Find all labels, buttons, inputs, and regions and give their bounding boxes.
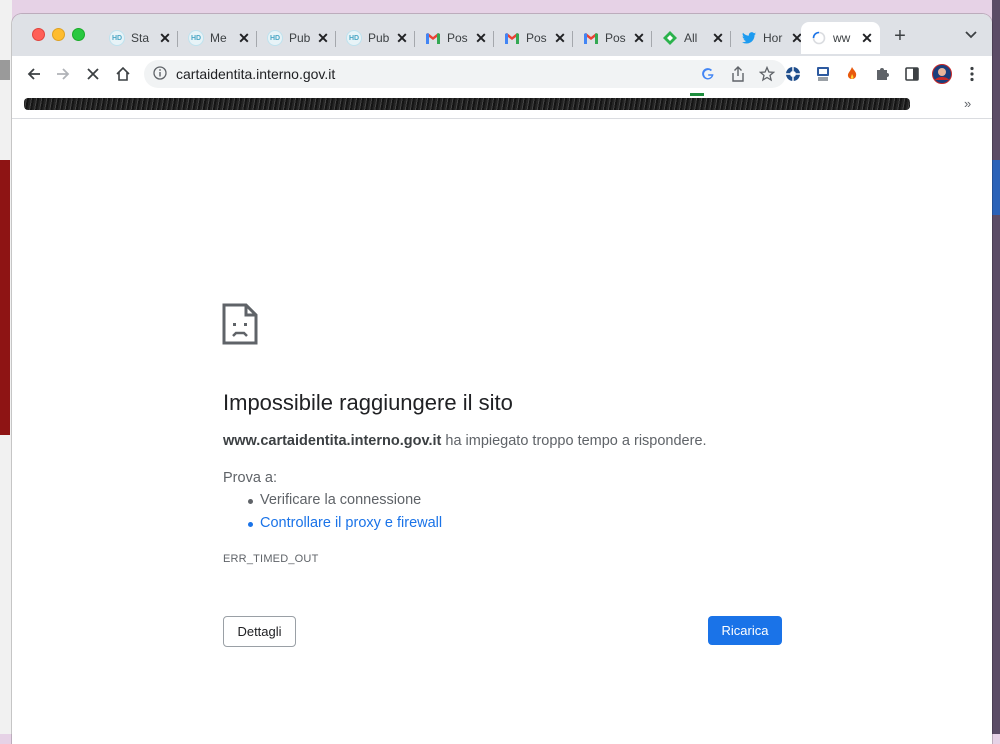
tab-active[interactable]: ww ✕ <box>801 22 880 54</box>
tab-title: Pub <box>368 31 390 45</box>
twitter-icon <box>741 30 757 46</box>
tab-title: Pos <box>447 31 468 45</box>
tab-title: Pos <box>526 31 547 45</box>
hd-icon: HD <box>109 30 125 46</box>
tab-title: Me <box>210 31 227 45</box>
address-bar[interactable]: cartaidentita.interno.gov.it <box>144 60 786 88</box>
sad-page-icon <box>222 303 258 345</box>
details-button[interactable]: Dettagli <box>223 616 296 647</box>
tab[interactable]: HD Sta ✕ <box>99 22 178 54</box>
tab-title: Pub <box>289 31 311 45</box>
browser-window: HD Sta ✕ HD Me ✕ HD Pub ✕ HD Pub ✕ Pos ✕… <box>12 14 992 744</box>
extension-lifebuoy-icon[interactable] <box>783 64 803 84</box>
loading-spinner-icon <box>811 30 827 46</box>
home-icon[interactable] <box>113 64 133 84</box>
tab-title: Sta <box>131 31 150 45</box>
extensions-puzzle-icon[interactable] <box>872 64 892 84</box>
close-tab-icon[interactable]: ✕ <box>316 31 330 45</box>
gmail-icon <box>583 30 599 46</box>
reload-button[interactable]: Ricarica <box>708 616 782 645</box>
close-tab-icon[interactable]: ✕ <box>711 31 725 45</box>
tab-title: ww <box>833 31 851 45</box>
minimize-window-button[interactable] <box>52 28 65 41</box>
hd-icon: HD <box>346 30 362 46</box>
close-tab-icon[interactable]: ✕ <box>860 31 874 45</box>
gmail-icon <box>504 30 520 46</box>
tab[interactable]: Pos ✕ <box>494 22 573 54</box>
tab[interactable]: Hor ✕ <box>731 22 810 54</box>
extension-capture-icon[interactable] <box>813 64 833 84</box>
new-tab-button[interactable]: + <box>890 26 910 46</box>
tab-strip: HD Sta ✕ HD Me ✕ HD Pub ✕ HD Pub ✕ Pos ✕… <box>12 14 992 56</box>
stop-loading-icon[interactable] <box>83 64 103 84</box>
bookmark-fragment <box>690 93 704 96</box>
toolbar: cartaidentita.interno.gov.it <box>12 56 992 92</box>
desktop-fragment <box>0 160 10 435</box>
tab[interactable]: Pos ✕ <box>415 22 494 54</box>
extension-flame-icon[interactable] <box>842 64 862 84</box>
close-tab-icon[interactable]: ✕ <box>632 31 646 45</box>
gmail-icon <box>425 30 441 46</box>
close-tab-icon[interactable]: ✕ <box>553 31 567 45</box>
menu-kebab-icon[interactable] <box>962 64 982 84</box>
suggestions-heading: Prova a: <box>223 470 277 486</box>
desktop-fragment <box>992 160 1000 215</box>
desktop-left-edge <box>0 0 12 734</box>
tab-title: Pos <box>605 31 626 45</box>
error-host: www.cartaidentita.interno.gov.it <box>223 433 442 449</box>
close-tab-icon[interactable]: ✕ <box>395 31 409 45</box>
tab[interactable]: HD Pub ✕ <box>257 22 336 54</box>
error-message: ha impiegato troppo tempo a rispondere. <box>445 433 707 449</box>
error-description: www.cartaidentita.interno.gov.it ha impi… <box>223 433 707 449</box>
redacted-bookmarks <box>24 98 910 110</box>
forward-arrow-icon[interactable] <box>53 64 73 84</box>
side-panel-icon[interactable] <box>902 64 922 84</box>
tab-search-chevron-icon[interactable] <box>963 26 979 42</box>
desktop-right-edge <box>992 0 1000 734</box>
error-code: ERR_TIMED_OUT <box>223 553 319 565</box>
feedly-icon <box>662 30 678 46</box>
desktop-fragment <box>0 60 10 80</box>
google-lens-icon[interactable] <box>699 65 717 83</box>
close-tab-icon[interactable]: ✕ <box>237 31 251 45</box>
close-tab-icon[interactable]: ✕ <box>158 31 172 45</box>
bookmark-star-icon[interactable] <box>758 65 776 83</box>
tab[interactable]: Pos ✕ <box>573 22 652 54</box>
suggestion-item: Verificare la connessione <box>248 492 421 508</box>
bookmarks-bar: » <box>12 92 992 119</box>
profile-avatar-icon[interactable] <box>932 64 952 84</box>
zoom-window-button[interactable] <box>72 28 85 41</box>
bookmarks-overflow-button[interactable]: » <box>964 96 971 111</box>
hd-icon: HD <box>188 30 204 46</box>
tab-title: Hor <box>763 31 783 45</box>
close-tab-icon[interactable]: ✕ <box>474 31 488 45</box>
address-url: cartaidentita.interno.gov.it <box>176 66 336 82</box>
tab-title: All <box>684 31 698 45</box>
error-page: Impossibile raggiungere il sito www.cart… <box>12 119 992 744</box>
hd-icon: HD <box>267 30 283 46</box>
site-info-icon[interactable] <box>153 66 167 80</box>
proxy-firewall-link[interactable]: Controllare il proxy e firewall <box>248 515 442 531</box>
tab[interactable]: All ✕ <box>652 22 731 54</box>
tab[interactable]: HD Me ✕ <box>178 22 257 54</box>
back-arrow-icon[interactable] <box>24 64 44 84</box>
share-icon[interactable] <box>729 65 747 83</box>
tab[interactable]: HD Pub ✕ <box>336 22 415 54</box>
close-window-button[interactable] <box>32 28 45 41</box>
error-title: Impossibile raggiungere il sito <box>223 390 513 415</box>
